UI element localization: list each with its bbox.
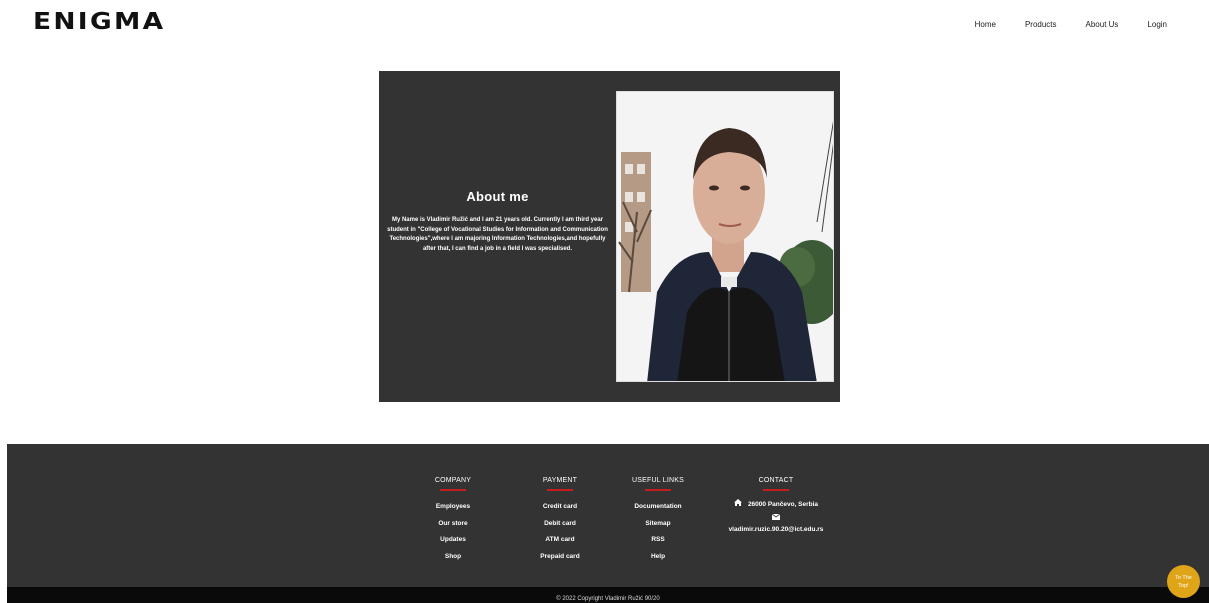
contact-email: vladimir.ruzic.90.20@ict.edu.rs (723, 525, 829, 535)
about-text: About me My Name is Vladimir Ružić and I… (379, 189, 616, 254)
footer-link-prepaid-card[interactable]: Prepaid card (528, 549, 592, 566)
nav-products[interactable]: Products (1025, 20, 1057, 29)
footer-payment-title: PAYMENT (542, 477, 578, 484)
footer-useful-links: USEFUL LINKS Documentation Sitemap RSS H… (623, 477, 693, 565)
to-top-label: To The Top! (1175, 574, 1192, 590)
envelope-icon (771, 513, 781, 524)
footer-company-title: COMPANY (434, 477, 472, 484)
footer-link-rss[interactable]: RSS (623, 532, 693, 549)
header: ENIGMA Home Products About Us Login (0, 0, 1209, 50)
footer-payment: PAYMENT Credit card Debit card ATM card … (528, 477, 592, 565)
contact-email-text[interactable]: vladimir.ruzic.90.20@ict.edu.rs (729, 525, 824, 535)
nav-home[interactable]: Home (975, 20, 996, 29)
footer-link-documentation[interactable]: Documentation (623, 499, 693, 516)
footer-link-debit-card[interactable]: Debit card (528, 516, 592, 533)
footer-link-help[interactable]: Help (623, 549, 693, 566)
about-title: About me (466, 189, 529, 204)
footer-contact: CONTACT 26000 Pančevo, Serbia vladimir.r… (723, 477, 829, 535)
contact-email-icon-row (723, 513, 829, 524)
to-top-line2: Top! (1178, 582, 1189, 589)
footer-link-employees[interactable]: Employees (420, 499, 486, 516)
footer-link-updates[interactable]: Updates (420, 532, 486, 549)
copyright-text: © 2022 Copyright Vladimir Ružić 90/20 (556, 596, 660, 602)
footer-payment-divider (547, 489, 573, 491)
profile-photo (616, 91, 834, 382)
footer-contact-title: CONTACT (758, 477, 794, 484)
footer-useful-title: USEFUL LINKS (632, 477, 684, 484)
to-top-line1: To The (1175, 574, 1192, 581)
page: ENIGMA Home Products About Us Login Abou… (0, 0, 1209, 603)
logo[interactable]: ENIGMA (33, 9, 165, 35)
profile-photo-image (617, 92, 833, 381)
footer-link-credit-card[interactable]: Credit card (528, 499, 592, 516)
footer-link-our-store[interactable]: Our store (420, 516, 486, 533)
footer-link-shop[interactable]: Shop (420, 549, 486, 566)
footer-contact-divider (763, 489, 789, 491)
footer-link-atm-card[interactable]: ATM card (528, 532, 592, 549)
contact-address-text: 26000 Pančevo, Serbia (747, 500, 819, 508)
footer-company-divider (440, 489, 466, 491)
copyright-bar: © 2022 Copyright Vladimir Ružić 90/20 (7, 587, 1209, 603)
about-card: About me My Name is Vladimir Ružić and I… (379, 71, 840, 402)
nav-login[interactable]: Login (1147, 20, 1167, 29)
to-top-button[interactable]: To The Top! (1167, 565, 1200, 598)
home-icon (733, 499, 742, 510)
about-body: My Name is Vladimir Ružić and I am 21 ye… (387, 217, 608, 252)
footer-link-sitemap[interactable]: Sitemap (623, 516, 693, 533)
footer-useful-divider (645, 489, 671, 491)
footer-company: COMPANY Employees Our store Updates Shop (420, 477, 486, 565)
main-nav: Home Products About Us Login (946, 20, 1167, 29)
footer: COMPANY Employees Our store Updates Shop… (7, 444, 1209, 587)
nav-about-us[interactable]: About Us (1086, 20, 1119, 29)
contact-address: 26000 Pančevo, Serbia (723, 499, 829, 510)
